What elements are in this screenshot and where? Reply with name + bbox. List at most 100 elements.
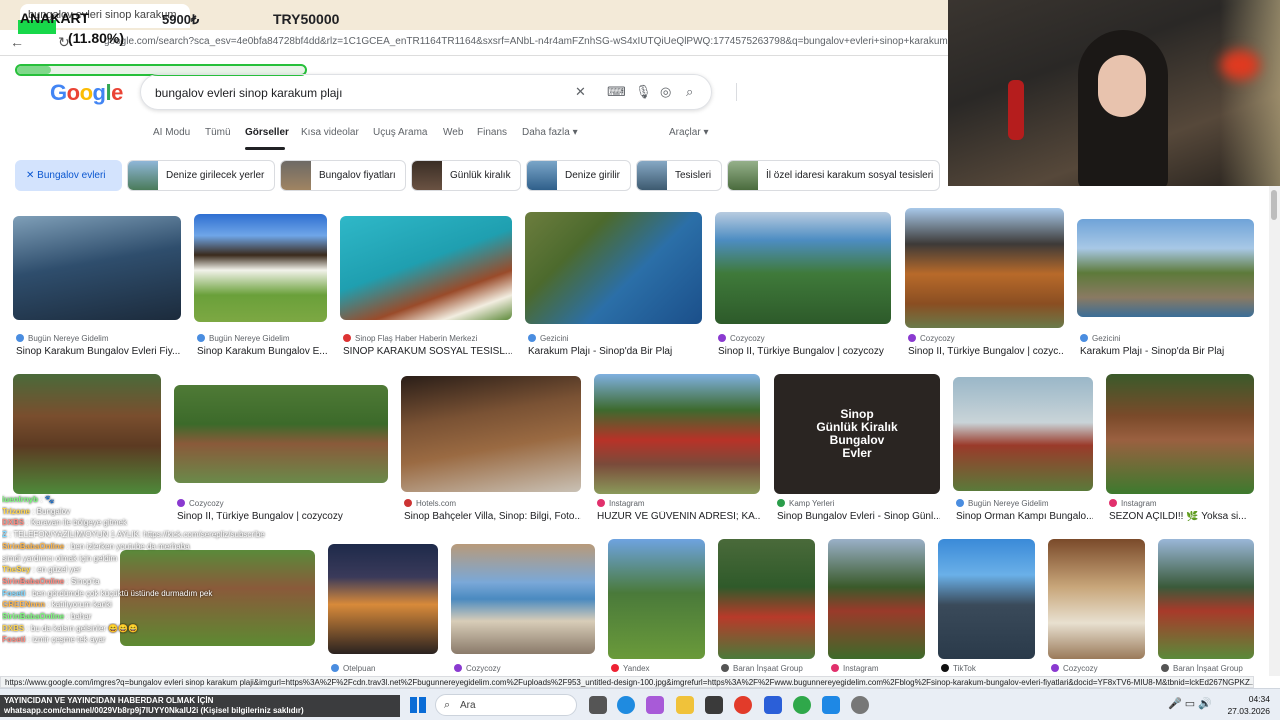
settings-icon[interactable] [851, 696, 869, 714]
search-icon[interactable]: ⌕ [686, 84, 693, 100]
result-title[interactable]: Sinop Orman Kampı Bungalo... [956, 511, 1093, 522]
result-title[interactable]: Sinop Bahçeler Villa, Sinop: Bilgi, Foto… [404, 511, 581, 522]
result-source[interactable]: Instagram [597, 499, 760, 508]
result-image[interactable] [828, 539, 925, 659]
result-title[interactable]: Sinop II, Türkiye Bungalov | cozycozy [718, 346, 891, 357]
result-image[interactable] [1077, 219, 1254, 317]
google-logo[interactable]: Google [50, 80, 123, 106]
result-image[interactable] [401, 376, 581, 492]
windows-start-icon[interactable] [410, 697, 426, 713]
result-image[interactable] [1158, 539, 1254, 659]
tab-web[interactable]: Web [443, 127, 463, 138]
result-source[interactable]: Cozycozy [718, 334, 891, 343]
result-source[interactable]: Instagram [831, 664, 926, 673]
result-image[interactable] [451, 544, 595, 654]
chip-bungalov-fiyatlari[interactable]: Bungalov fiyatları [280, 160, 406, 191]
copilot-icon[interactable] [646, 696, 664, 714]
chip-denize-girilecek[interactable]: Denize girilecek yerler [127, 160, 275, 191]
result-image[interactable] [905, 208, 1064, 328]
file-explorer-icon[interactable] [676, 696, 694, 714]
tab-all[interactable]: Tümü [205, 127, 231, 138]
result-image[interactable] [525, 212, 702, 324]
result-image[interactable] [13, 216, 181, 320]
result-source[interactable]: Bugün Nereye Gidelim [16, 334, 181, 343]
result-title[interactable]: SEZON AÇILDI!! 🌿 Yoksa si... [1109, 511, 1254, 522]
result-source[interactable]: Sinop Flaş Haber Haberin Merkezi [343, 334, 512, 343]
tab-short-videos[interactable]: Kısa videolar [301, 127, 359, 138]
result-source[interactable]: Cozycozy [1051, 664, 1146, 673]
result-source[interactable]: Bugün Nereye Gidelim [956, 499, 1093, 508]
tab-more[interactable]: Daha fazla ▾ [522, 127, 578, 138]
tab-ai-mode[interactable]: AI Modu [153, 127, 190, 138]
mic-icon[interactable]: 🎙 [635, 84, 652, 100]
result-image[interactable] [328, 544, 438, 654]
result-image[interactable] [938, 539, 1035, 659]
result-source[interactable]: Bugün Nereye Gidelim [197, 334, 327, 343]
result-source[interactable]: Cozycozy [454, 664, 594, 673]
chat-message: TheSey : en güzel yer [2, 564, 302, 576]
tab-finance[interactable]: Finans [477, 127, 507, 138]
result-source[interactable]: Kamp Yerleri [777, 499, 940, 508]
result-image[interactable] [1048, 539, 1145, 659]
result-source[interactable]: Baran İnşaat Group [721, 664, 821, 673]
result-title[interactable]: Sinop Karakum Bungalov E... [197, 346, 327, 357]
chrome-icon[interactable] [734, 696, 752, 714]
result-image[interactable] [340, 216, 512, 320]
result-source[interactable]: Cozycozy [908, 334, 1064, 343]
task-view-icon[interactable] [589, 696, 607, 714]
result-image[interactable] [608, 539, 705, 659]
result-source[interactable]: Yandex [611, 664, 706, 673]
app-icon-2[interactable] [822, 696, 840, 714]
back-icon[interactable]: ← [10, 34, 24, 50]
result-source[interactable]: Baran İnşaat Group [1161, 664, 1256, 673]
result-source[interactable]: TikTok [941, 664, 1036, 673]
keyboard-icon[interactable]: ⌨ [607, 84, 626, 100]
page-scrollbar[interactable] [1269, 186, 1280, 676]
tab-images[interactable]: Görseller [245, 127, 289, 138]
result-image[interactable] [718, 539, 815, 659]
result-image[interactable] [715, 212, 891, 324]
clear-icon[interactable]: ✕ [575, 84, 586, 100]
result-source[interactable]: Instagram [1109, 499, 1254, 508]
system-tray[interactable]: 🎤 ▭ 🔊 [1168, 697, 1212, 710]
result-source[interactable]: Otelpuan [331, 664, 441, 673]
result-image[interactable] [953, 377, 1093, 491]
search-input[interactable]: bungalov evleri sinop karakum plajı [155, 86, 342, 100]
store-icon[interactable] [705, 696, 723, 714]
taskbar-search[interactable]: ⌕ Ara [435, 694, 577, 716]
chip-tesisleri[interactable]: Tesisleri [636, 160, 722, 191]
chat-text: : ben gördümde çok küçüktü üstünde durma… [25, 588, 213, 598]
lens-icon[interactable]: ◎ [660, 84, 671, 100]
scrollbar-thumb[interactable] [1271, 190, 1277, 220]
tools-button[interactable]: Araçlar ▾ [669, 127, 708, 138]
result-title[interactable]: HUZUR VE GÜVENİN ADRESİ; KA... [597, 511, 760, 522]
result-title[interactable]: Sinop II, Türkiye Bungalov | cozyc... [908, 346, 1064, 357]
result-title[interactable]: Sinop Bungalov Evleri - Sinop Günl... [777, 511, 940, 522]
chip-denize-girilir[interactable]: Denize girilir [526, 160, 631, 191]
browser-tab-bar: bungalov evleri sinop karakum [0, 0, 948, 30]
result-title[interactable]: SİNOP KARAKUM SOSYAL TESİSL... [343, 346, 512, 357]
url-field[interactable]: google.com/search?sca_esv=4e0bfa84728bf4… [104, 36, 948, 47]
chip-il-ozel-idaresi[interactable]: İl özel idaresi karakum sosyal tesisleri [727, 160, 940, 191]
result-title[interactable]: Karakum Plajı - Sinop'da Bir Plaj [528, 346, 702, 357]
chip-gunluk-kiralik[interactable]: Günlük kiralık [411, 160, 521, 191]
result-image[interactable]: Sinop Günlük Kiralık Bungalov Evler [774, 374, 940, 494]
result-image[interactable] [174, 385, 388, 483]
result-image[interactable] [1106, 374, 1254, 494]
result-source[interactable]: Gezicini [528, 334, 702, 343]
chrome-profile-icon[interactable] [793, 696, 811, 714]
taskbar-clock[interactable]: 04:34 27.03.2026 [1220, 693, 1270, 717]
tab-flights[interactable]: Uçuş Arama [373, 127, 427, 138]
search-box[interactable]: bungalov evleri sinop karakum plajı ✕ ⌨ … [140, 74, 737, 110]
chat-message: Foseti : izmir çeşme tek ayar [2, 634, 302, 646]
result-image[interactable] [194, 214, 327, 322]
result-title[interactable]: Sinop Karakum Bungalov Evleri Fiy... [16, 346, 181, 357]
result-title[interactable]: Karakum Plajı - Sinop'da Bir Plaj [1080, 346, 1254, 357]
app-icon[interactable] [764, 696, 782, 714]
result-image[interactable] [594, 374, 760, 494]
result-image[interactable] [13, 374, 161, 494]
chip-bungalov-evleri[interactable]: ✕ Bungalov evleri [15, 160, 122, 191]
result-source[interactable]: Hotels.com [404, 499, 581, 508]
edge-icon[interactable] [617, 696, 635, 714]
result-source[interactable]: Gezicini [1080, 334, 1254, 343]
